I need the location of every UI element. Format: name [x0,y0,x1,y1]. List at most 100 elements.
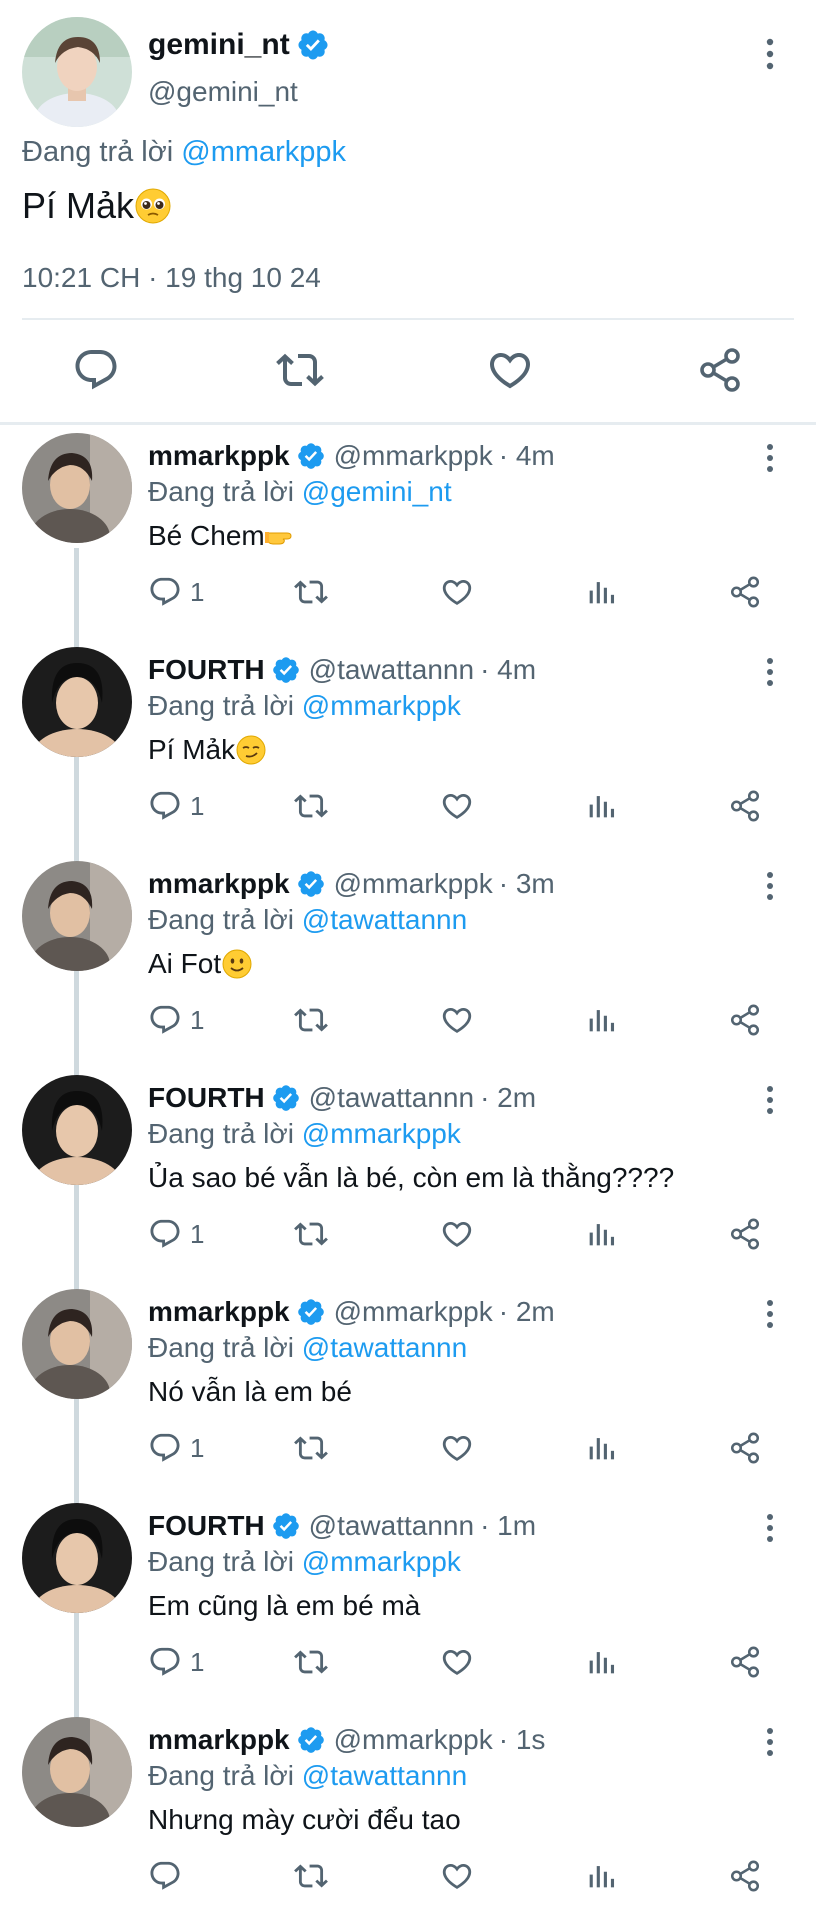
tweet-timestamp[interactable]: 10:21 CH · 19 thg 10 24 [22,262,321,294]
like-action[interactable] [440,1002,474,1038]
retweet-action[interactable] [294,1430,328,1466]
avatar[interactable] [22,1289,132,1399]
like-action[interactable] [440,1644,474,1680]
slightly-smiling-face-emoji [222,949,252,979]
retweet-action[interactable] [294,1002,328,1038]
more-vertical-icon[interactable] [756,654,784,690]
reply-tweet[interactable]: FOURTH @tawattannn · 4m Đang trả lời @mm… [0,638,816,852]
more-vertical-icon[interactable] [756,1510,784,1546]
reply-action[interactable]: 1 [148,788,204,824]
more-vertical-icon[interactable] [756,1296,784,1332]
reply-header: FOURTH @tawattannn · 4m [148,654,536,686]
author-handle[interactable]: @tawattannn [309,1082,474,1114]
share-action[interactable] [728,1002,762,1038]
replying-to-link[interactable]: @mmarkppk [302,1546,461,1577]
reply-time[interactable]: · 1s [499,1724,546,1756]
replying-to-link[interactable]: @mmarkppk [302,690,461,721]
reply-time[interactable]: · 4m [499,440,555,472]
share-icon[interactable] [696,346,744,394]
retweet-icon[interactable] [276,346,324,394]
retweet-action[interactable] [294,1216,328,1252]
share-action[interactable] [728,788,762,824]
reply-action[interactable]: 1 [148,1002,204,1038]
avatar[interactable] [22,647,132,757]
views-action[interactable] [584,1002,618,1038]
author-handle[interactable]: @tawattannn [309,1510,474,1542]
author-handle[interactable]: @mmarkppk [334,440,493,472]
views-icon [589,1224,615,1246]
replying-to-link[interactable]: @mmarkppk [181,136,346,168]
reply-time[interactable]: · 2m [499,1296,555,1328]
more-vertical-icon[interactable] [756,1724,784,1760]
reply-time[interactable]: · 3m [499,868,555,900]
avatar[interactable] [22,17,132,127]
more-vertical-icon[interactable] [756,1082,784,1118]
avatar[interactable] [22,861,132,971]
replying-to-link[interactable]: @tawattannn [302,1760,467,1791]
views-action[interactable] [584,788,618,824]
views-action[interactable] [584,1644,618,1680]
share-action[interactable] [728,574,762,610]
views-action[interactable] [584,574,618,610]
share-action[interactable] [728,1216,762,1252]
views-action[interactable] [584,1858,618,1894]
replying-to-link[interactable]: @mmarkppk [302,1118,461,1149]
replying-prefix: Đang trả lời [148,1118,294,1149]
reply-time[interactable]: · 1m [480,1510,536,1542]
avatar[interactable] [22,1075,132,1185]
like-action[interactable] [440,1858,474,1894]
retweet-action[interactable] [294,1858,328,1894]
author-name[interactable]: mmarkppk [148,440,290,472]
author-name[interactable]: mmarkppk [148,1724,290,1756]
reply-tweet[interactable]: mmarkppk @mmarkppk · 3m Đang trả lời @ta… [0,852,816,1066]
reply-action[interactable] [148,1858,190,1894]
reply-tweet[interactable]: FOURTH @tawattannn · 2m Đang trả lời @mm… [0,1066,816,1280]
more-vertical-icon[interactable] [756,868,784,904]
author-handle[interactable]: @tawattannn [309,654,474,686]
reply-tweet[interactable]: FOURTH @tawattannn · 1m Đang trả lời @mm… [0,1494,816,1708]
like-action[interactable] [440,574,474,610]
reply-action[interactable]: 1 [148,574,204,610]
retweet-action[interactable] [294,574,328,610]
share-action[interactable] [728,1644,762,1680]
replying-to-link[interactable]: @tawattannn [302,904,467,935]
retweet-action[interactable] [294,1644,328,1680]
more-vertical-icon[interactable] [756,440,784,476]
views-action[interactable] [584,1430,618,1466]
reply-tweet[interactable]: mmarkppk @mmarkppk · 2m Đang trả lời @ta… [0,1280,816,1494]
reply-action[interactable]: 1 [148,1644,204,1680]
reply-time[interactable]: · 2m [480,1082,536,1114]
author-name[interactable]: mmarkppk [148,1296,290,1328]
avatar[interactable] [22,1503,132,1613]
share-action[interactable] [728,1858,762,1894]
reply-time[interactable]: · 4m [480,654,536,686]
author-handle[interactable]: @gemini_nt [148,76,298,108]
action-bar: 1 [0,784,816,828]
author-handle[interactable]: @mmarkppk [334,1296,493,1328]
author-name[interactable]: FOURTH [148,654,265,686]
reply-tweet[interactable]: mmarkppk @mmarkppk · 4m Đang trả lời @ge… [0,424,816,638]
reply-icon[interactable] [72,346,120,394]
reply-action[interactable]: 1 [148,1216,204,1252]
avatar[interactable] [22,433,132,543]
author-name[interactable]: FOURTH [148,1082,265,1114]
retweet-action[interactable] [294,788,328,824]
replying-to-link[interactable]: @tawattannn [302,1332,467,1363]
author-name[interactable]: FOURTH [148,1510,265,1542]
share-action[interactable] [728,1430,762,1466]
replying-to-link[interactable]: @gemini_nt [302,476,452,507]
more-vertical-icon[interactable] [756,34,784,74]
like-action[interactable] [440,788,474,824]
avatar[interactable] [22,1717,132,1827]
author-name[interactable]: mmarkppk [148,868,290,900]
views-action[interactable] [584,1216,618,1252]
heart-icon[interactable] [486,346,534,394]
author-handle[interactable]: @mmarkppk [334,868,493,900]
author-handle[interactable]: @mmarkppk [334,1724,493,1756]
like-action[interactable] [440,1430,474,1466]
author-name[interactable]: gemini_nt [148,28,330,62]
like-action[interactable] [440,1216,474,1252]
verified-badge-icon [272,1085,299,1111]
reply-tweet[interactable]: mmarkppk @mmarkppk · 1s Đang trả lời @ta… [0,1708,816,1920]
reply-action[interactable]: 1 [148,1430,204,1466]
